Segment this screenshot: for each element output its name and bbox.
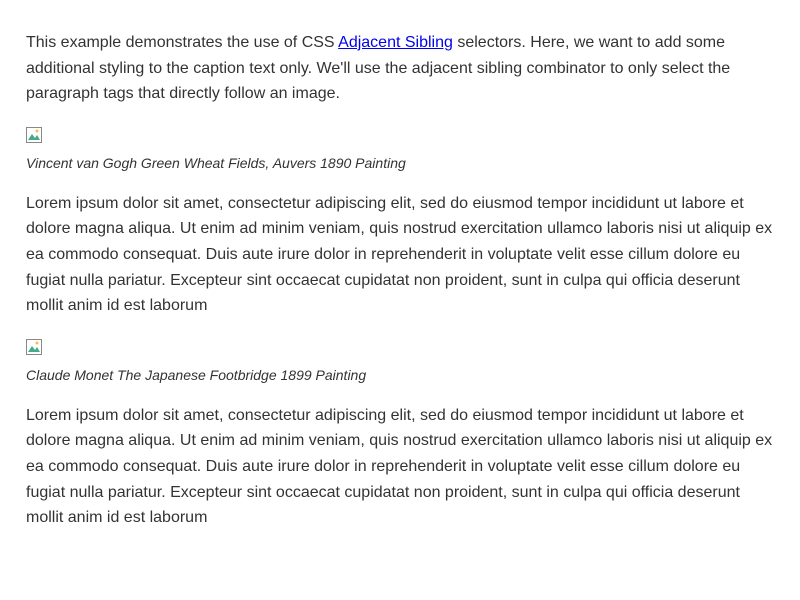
image-caption: Claude Monet The Japanese Footbridge 189… <box>26 364 774 386</box>
adjacent-sibling-link[interactable]: Adjacent Sibling <box>338 34 453 51</box>
body-text: Lorem ipsum dolor sit amet, consectetur … <box>26 191 774 319</box>
image-caption: Vincent van Gogh Green Wheat Fields, Auv… <box>26 152 774 174</box>
intro-text-pre: This example demonstrates the use of CSS <box>26 34 338 51</box>
intro-paragraph: This example demonstrates the use of CSS… <box>26 30 774 107</box>
broken-image-icon <box>26 127 42 143</box>
figure-block: Claude Monet The Japanese Footbridge 189… <box>26 335 774 531</box>
figure-block: Vincent van Gogh Green Wheat Fields, Auv… <box>26 123 774 319</box>
broken-image-icon <box>26 339 42 355</box>
body-text: Lorem ipsum dolor sit amet, consectetur … <box>26 403 774 531</box>
